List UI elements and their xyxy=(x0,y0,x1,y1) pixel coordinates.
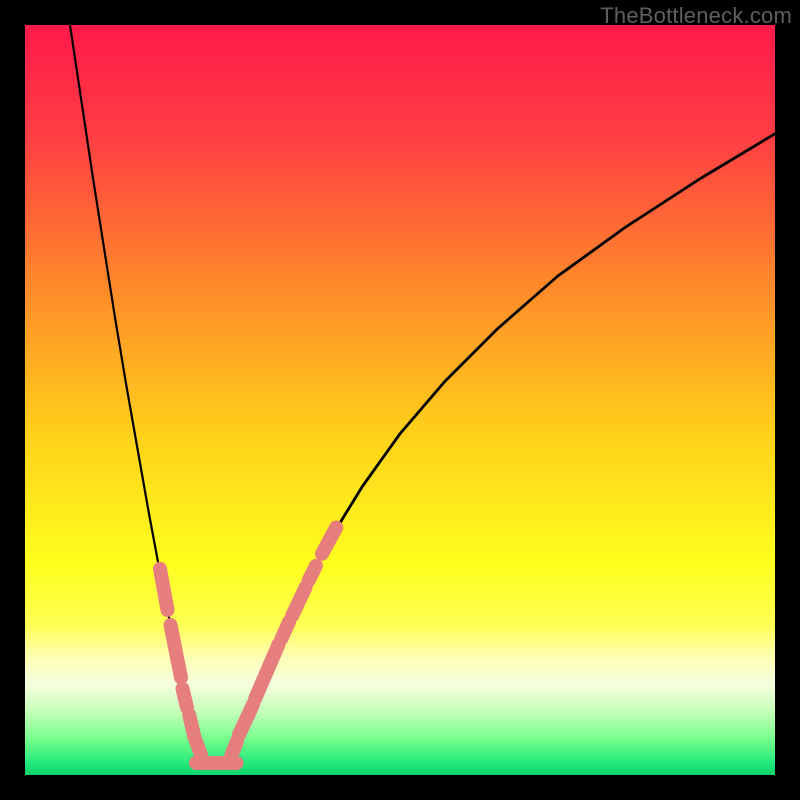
plot-area xyxy=(25,25,775,775)
watermark-text: TheBottleneck.com xyxy=(600,3,792,29)
bead-left-0 xyxy=(160,569,168,610)
gradient-background xyxy=(25,25,775,775)
outer-frame: TheBottleneck.com xyxy=(0,0,800,800)
bead-right-0 xyxy=(231,741,237,756)
bead-right-5 xyxy=(309,566,317,581)
chart-svg xyxy=(25,25,775,775)
bead-left-4 xyxy=(196,741,201,755)
bead-right-3 xyxy=(282,622,290,639)
bead-left-2 xyxy=(183,689,188,708)
bead-left-3 xyxy=(189,715,194,738)
